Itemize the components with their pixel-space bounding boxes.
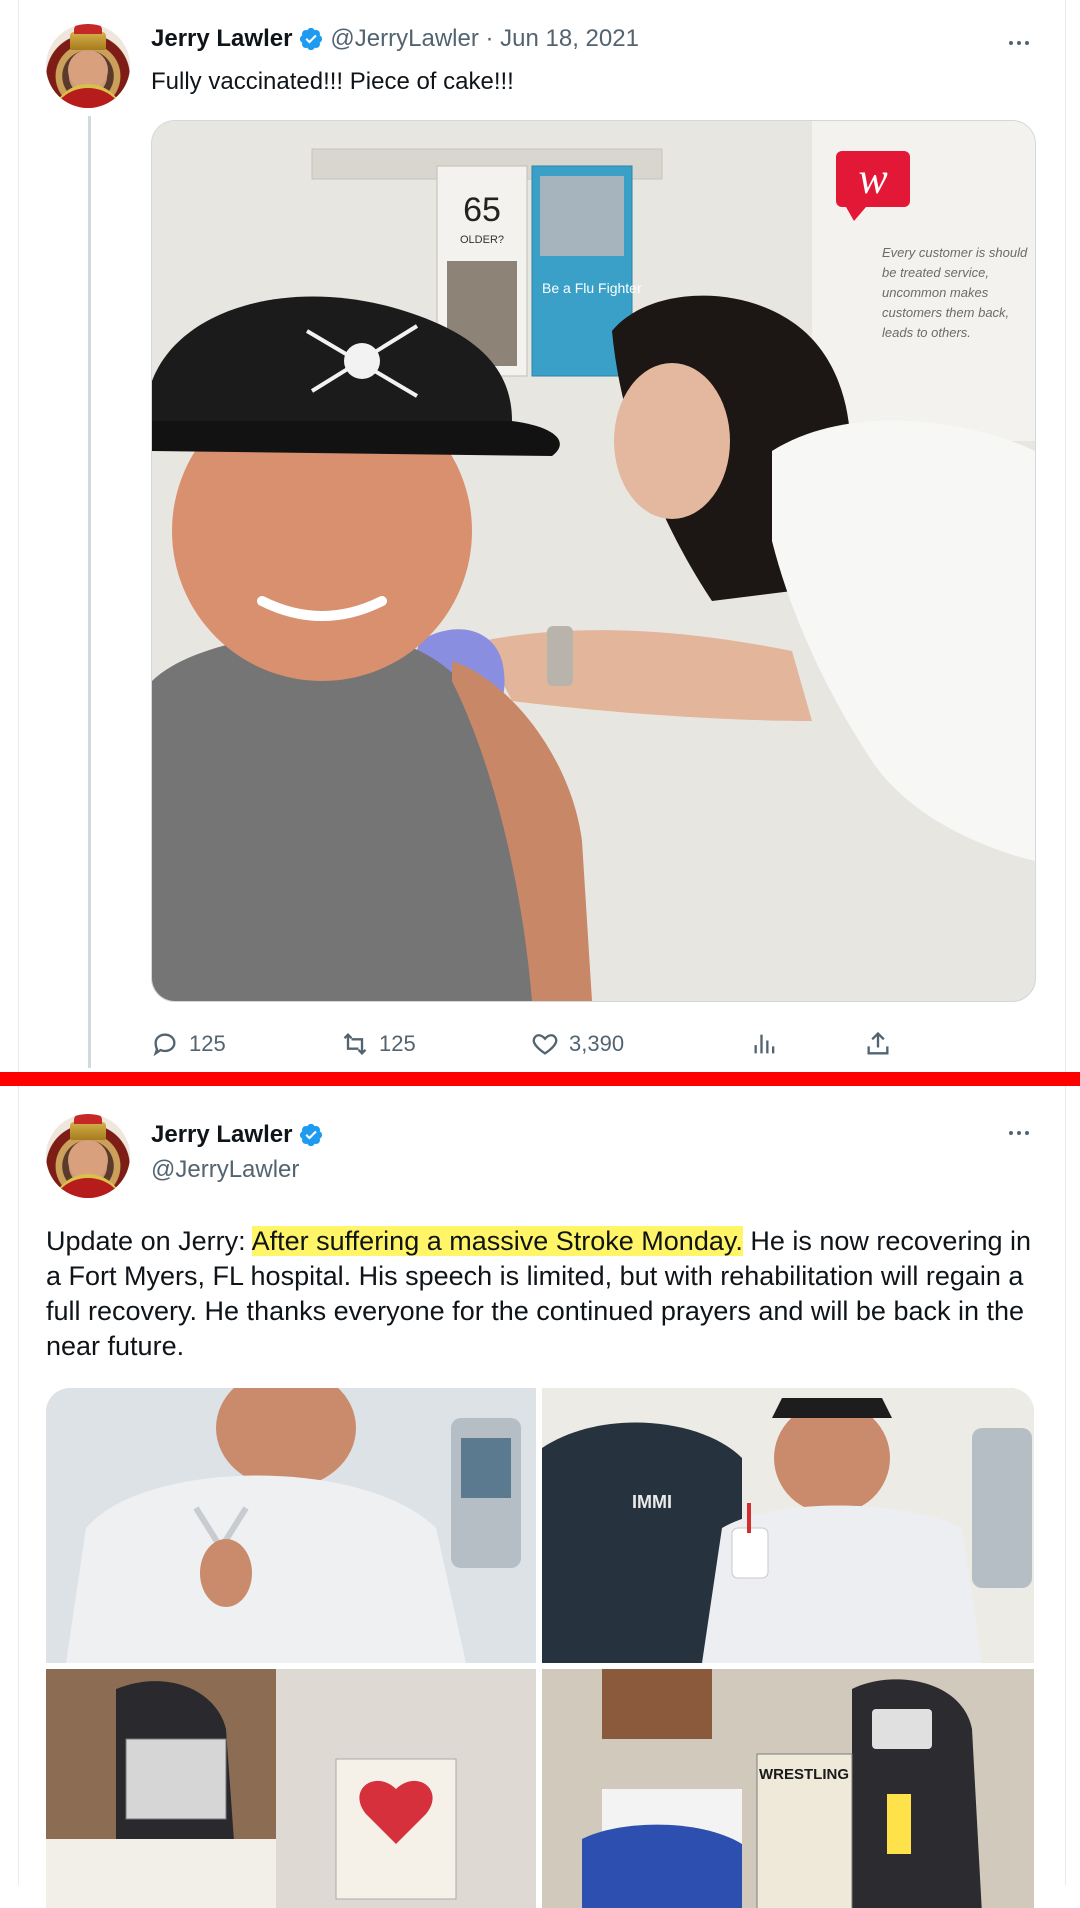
- photo-signed-pictures[interactable]: [46, 1669, 536, 1908]
- photo-wrestling-poster[interactable]: WRESTLING: [542, 1669, 1034, 1908]
- tweet-photo-grid[interactable]: IMMI WRESTLING: [46, 1388, 1034, 1908]
- crown-icon: [70, 1114, 106, 1140]
- like-button[interactable]: 3,390: [531, 1022, 624, 1066]
- tweet-header: Jerry Lawler: [151, 1121, 324, 1149]
- thread-line: [88, 116, 91, 1068]
- reply-icon: [153, 1033, 176, 1057]
- red-divider: [0, 1072, 1080, 1086]
- tweet-actions: 125 125 3,390: [151, 1022, 911, 1066]
- border-right: [1065, 1086, 1066, 1885]
- reply-count: 125: [189, 1031, 226, 1056]
- tweet-1[interactable]: Jerry Lawler @JerryLawler · Jun 18, 2021…: [0, 0, 1080, 1072]
- verified-icon: [300, 1123, 323, 1147]
- more-options-icon[interactable]: [1004, 28, 1034, 58]
- handle-and-date[interactable]: @JerryLawler · Jun 18, 2021: [330, 25, 639, 53]
- border-left: [18, 1086, 19, 1885]
- like-count: 3,390: [569, 1031, 625, 1056]
- tweet-2[interactable]: Jerry Lawler @JerryLawler Update on Jerr…: [0, 1086, 1080, 1908]
- shirt-text: IMMI: [632, 1492, 672, 1512]
- tweet-header: Jerry Lawler @JerryLawler · Jun 18, 2021: [151, 25, 639, 53]
- reply-button[interactable]: 125: [151, 1022, 226, 1066]
- border-right: [1065, 0, 1066, 1072]
- handle[interactable]: @JerryLawler: [151, 1156, 299, 1184]
- display-name[interactable]: Jerry Lawler: [151, 1121, 292, 1149]
- highlighted-text: After suffering a massive Stroke Monday.: [251, 1226, 743, 1256]
- poster-subtext: OLDER?: [460, 234, 504, 246]
- poster-title: WRESTLING: [759, 1766, 849, 1783]
- walgreens-logo-icon: w: [858, 154, 888, 203]
- poster-number: 65: [463, 191, 501, 229]
- share-button[interactable]: [864, 1022, 892, 1066]
- vaccination-photo: 65 OLDER? Be a Flu Fighter w Every custo…: [152, 121, 1035, 1001]
- analytics-button[interactable]: [751, 1022, 779, 1066]
- verified-icon: [300, 27, 323, 51]
- photo-hospital-thumbs-up[interactable]: [46, 1388, 536, 1663]
- retweet-icon: [343, 1033, 367, 1055]
- sign-text: Every customer is should be treated serv…: [882, 245, 1028, 340]
- display-name[interactable]: Jerry Lawler: [151, 25, 292, 53]
- avatar[interactable]: [46, 1114, 130, 1198]
- retweet-button[interactable]: 125: [341, 1022, 416, 1066]
- crown-icon: [70, 24, 106, 50]
- tweet-text-prefix: Update on Jerry:: [46, 1226, 252, 1256]
- more-options-icon[interactable]: [1004, 1118, 1034, 1148]
- share-icon: [867, 1031, 889, 1055]
- analytics-icon: [754, 1034, 775, 1054]
- tweet-text: Update on Jerry: After suffering a massi…: [46, 1224, 1036, 1364]
- border-left: [18, 0, 19, 1072]
- heart-icon: [532, 1034, 558, 1055]
- tweet-text: Fully vaccinated!!! Piece of cake!!!: [151, 68, 514, 95]
- retweet-count: 125: [379, 1031, 416, 1056]
- brochure-text: Be a Flu Fighter: [542, 280, 642, 296]
- tweet-photo[interactable]: 65 OLDER? Be a Flu Fighter w Every custo…: [151, 120, 1036, 1002]
- avatar[interactable]: [46, 24, 130, 108]
- photo-visitor-with-drink[interactable]: IMMI: [542, 1388, 1034, 1663]
